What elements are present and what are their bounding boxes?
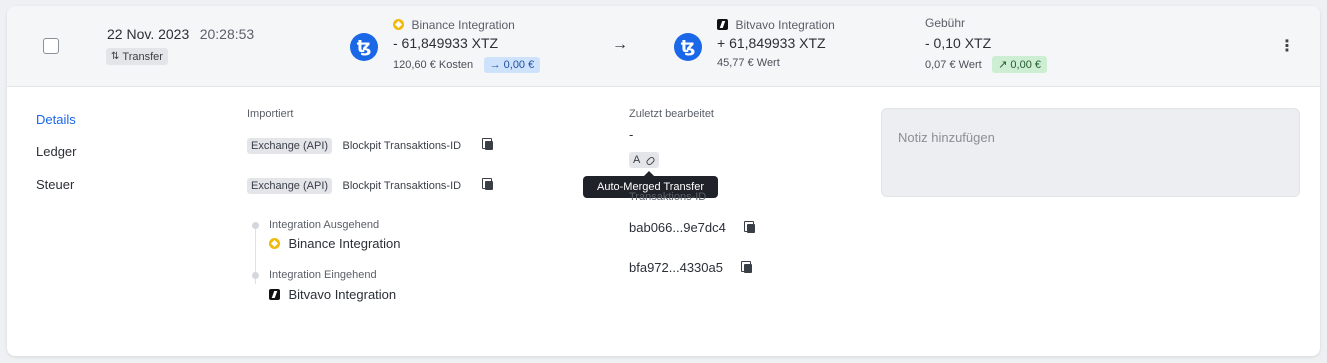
nav-details[interactable]: Details	[36, 112, 76, 127]
timeline-outgoing-name: Binance Integration	[288, 236, 401, 251]
timeline-outgoing-label: Integration Ausgehend	[269, 219, 380, 231]
copy-icon[interactable]	[741, 261, 753, 274]
note-placeholder: Notiz hinzufügen	[898, 130, 995, 145]
fee-value: 0,07 € Wert	[925, 59, 982, 71]
timeline-incoming: Bitvavo Integration	[269, 286, 396, 304]
more-vertical-icon[interactable]: ⋮	[1279, 36, 1295, 56]
imported-label: Importiert	[247, 108, 294, 120]
fee-meta: 0,07 € Wert ↗ 0,00 €	[925, 55, 1047, 73]
fee-label: Gebühr	[925, 16, 966, 30]
tezos-icon: ꜩ	[674, 33, 702, 61]
import-id-label: Blockpit Transaktions-ID	[342, 180, 462, 192]
transfer-icon: ⇅	[111, 51, 120, 62]
type-tag-label: Transfer	[122, 50, 163, 63]
tx-id-row: bfa972...4330a5	[629, 259, 753, 277]
tx-id-label: Transaktions-ID	[629, 191, 707, 203]
outgoing-integration: Binance Integration	[393, 16, 515, 34]
transaction-row[interactable]: 22 Nov. 2023 20:28:53 ⇅ Transfer ꜩ Binan…	[7, 6, 1320, 87]
auto-merged-badge[interactable]: A	[629, 150, 659, 168]
source-badge: Exchange (API)	[247, 138, 333, 154]
note-input[interactable]: Notiz hinzufügen	[881, 108, 1300, 197]
nav-steuer[interactable]: Steuer	[36, 177, 74, 192]
last-edited-value: -	[629, 127, 634, 142]
copy-icon[interactable]	[481, 178, 494, 191]
last-edited-label: Zuletzt bearbeitet	[629, 108, 714, 120]
fee-change-value: 0,00 €	[1010, 59, 1041, 71]
timeline-incoming-name: Bitvavo Integration	[288, 287, 397, 302]
type-tag: ⇅ Transfer	[106, 46, 168, 65]
tx-id-row: bab066...9e7dc4	[629, 219, 756, 237]
transaction-date: 22 Nov. 2023	[107, 26, 190, 42]
tezos-icon: ꜩ	[350, 33, 378, 61]
outgoing-integration-name: Binance Integration	[411, 18, 515, 32]
datetime: 22 Nov. 2023 20:28:53	[107, 26, 254, 44]
outgoing-cost: 120,60 € Kosten	[393, 59, 474, 71]
outgoing-amount: - 61,849933 XTZ	[393, 35, 499, 51]
tx-id-value: bab066...9e7dc4	[629, 220, 726, 235]
fee-change-badge: ↗ 0,00 €	[992, 56, 1047, 73]
tx-id-value: bfa972...4330a5	[629, 260, 723, 275]
incoming-value: 45,77 € Wert	[717, 57, 780, 69]
transaction-card: 22 Nov. 2023 20:28:53 ⇅ Transfer ꜩ Binan…	[7, 6, 1320, 356]
timeline-dot	[252, 272, 259, 279]
binance-icon	[393, 19, 404, 31]
binance-icon	[269, 238, 280, 250]
timeline-outgoing: Binance Integration	[269, 235, 400, 253]
auto-badge-letter: A	[633, 154, 640, 166]
copy-icon[interactable]	[744, 221, 756, 234]
incoming-integration-name: Bitvavo Integration	[735, 18, 835, 32]
copy-icon[interactable]	[481, 138, 494, 151]
select-checkbox[interactable]	[43, 38, 59, 54]
arrow-right-icon: →	[489, 59, 501, 71]
link-icon	[646, 156, 655, 165]
incoming-integration: Bitvavo Integration	[717, 16, 835, 34]
nav-ledger[interactable]: Ledger	[36, 144, 76, 159]
outgoing-meta: 120,60 € Kosten → 0,00 €	[393, 55, 541, 73]
outgoing-change-value: 0,00 €	[503, 59, 535, 71]
transfer-arrow-icon: →	[612, 36, 628, 53]
outgoing-change-badge: → 0,00 €	[483, 57, 541, 73]
fee-amount: - 0,10 XTZ	[925, 35, 992, 51]
source-badge: Exchange (API)	[247, 178, 333, 194]
timeline-dot	[252, 222, 259, 229]
arrow-up-right-icon: ↗	[998, 59, 1008, 71]
transaction-time: 20:28:53	[199, 26, 255, 42]
bitvavo-icon	[269, 289, 280, 301]
import-row: Exchange (API) Blockpit Transaktions-ID	[247, 136, 494, 154]
incoming-amount: + 61,849933 XTZ	[717, 35, 826, 51]
bitvavo-icon	[717, 19, 728, 31]
timeline-incoming-label: Integration Eingehend	[269, 269, 377, 281]
import-row: Exchange (API) Blockpit Transaktions-ID	[247, 176, 494, 194]
import-id-label: Blockpit Transaktions-ID	[342, 140, 462, 152]
